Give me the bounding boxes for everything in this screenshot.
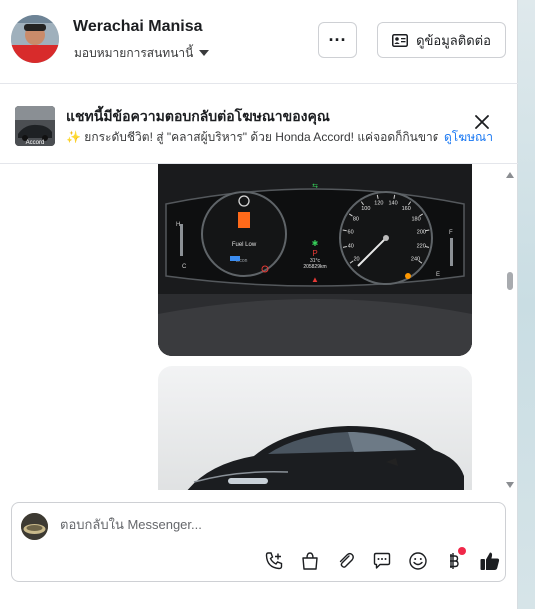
scroll-down-arrow <box>506 482 514 488</box>
like-button[interactable] <box>472 549 508 573</box>
emoji-icon <box>409 552 427 570</box>
speed-tick-label: 160 <box>402 206 411 212</box>
svg-text:▲: ▲ <box>311 275 319 284</box>
contact-avatar[interactable] <box>11 15 59 63</box>
shop-button[interactable] <box>292 549 328 573</box>
close-banner-button[interactable] <box>472 112 492 132</box>
speed-tick-label: 80 <box>353 216 359 222</box>
caret-down-icon <box>199 50 210 56</box>
reply-input[interactable] <box>60 517 460 532</box>
svg-text:✱: ✱ <box>312 239 319 248</box>
scroll-thumb <box>507 272 513 290</box>
view-contact-info-button[interactable]: ดูข้อมูลติดต่อ <box>377 22 506 58</box>
contact-info-label: ดูข้อมูลติดต่อ <box>416 32 491 48</box>
svg-text:H: H <box>176 222 180 228</box>
conversation-thread: Fuel Low Econ H C ⇆ ✱ P 31°c 205829km ▲ … <box>0 164 518 490</box>
contact-name[interactable]: Werachai Manisa <box>73 18 203 36</box>
gear-indicator: P <box>312 249 317 258</box>
phone-plus-icon <box>265 552 283 570</box>
messenger-panel: Werachai Manisa มอบหมายการสนทนานี้ ··· ด… <box>0 0 518 609</box>
svg-text:⇆: ⇆ <box>312 183 318 190</box>
speed-tick-label: 240 <box>411 257 420 263</box>
notification-dot <box>458 547 466 555</box>
assign-conversation-dropdown[interactable]: มอบหมายการสนทนานี้ <box>74 44 210 63</box>
thumbs-up-icon <box>480 552 500 570</box>
paperclip-icon <box>339 552 354 568</box>
dashboard-photo[interactable]: Fuel Low Econ H C ⇆ ✱ P 31°c 205829km ▲ … <box>158 164 472 356</box>
ad-banner-title: แชทนี้มีข้อความตอบกลับต่อโฆษณาของคุณ <box>66 108 330 124</box>
speed-tick-label: 140 <box>389 201 398 207</box>
fuel-warning-text: Fuel Low <box>232 242 257 248</box>
payment-button[interactable] <box>436 547 472 573</box>
speed-tick-label: 20 <box>353 257 359 263</box>
speed-tick-label: 60 <box>348 230 354 236</box>
page-avatar <box>21 513 48 540</box>
assign-label: มอบหมายการสนทนานี้ <box>74 46 194 60</box>
shopping-bag-icon <box>302 552 318 570</box>
car-photo[interactable] <box>158 366 472 490</box>
svg-text:F: F <box>449 230 453 236</box>
ad-thumbnail[interactable]: Accord <box>15 106 55 146</box>
speed-tick-mark <box>425 229 430 232</box>
speed-tick-label: 100 <box>361 206 370 212</box>
speed-tick-mark <box>342 229 347 232</box>
more-options-button[interactable]: ··· <box>318 22 357 58</box>
svg-text:E: E <box>436 272 440 278</box>
svg-text:C: C <box>182 264 187 270</box>
conversation-header: Werachai Manisa มอบหมายการสนทนานี้ ··· ด… <box>0 0 518 84</box>
contact-card-icon <box>392 33 409 47</box>
saved-replies-button[interactable] <box>364 549 400 573</box>
call-button[interactable] <box>256 549 292 573</box>
scroll-up-arrow <box>506 172 514 178</box>
speed-tick-label: 200 <box>417 230 426 236</box>
sparkle-icon: ✨ <box>66 130 81 144</box>
ad-message-text: ยกระดับชีวิต! สู่ "คลาสผู้บริหาร" ด้วย H… <box>84 130 438 144</box>
ad-reply-banner: Accord แชทนี้มีข้อความตอบกลับต่อโฆษณาของ… <box>0 84 518 164</box>
chat-bubble-icon <box>373 552 391 569</box>
background-edge <box>518 0 535 609</box>
message-composer <box>11 502 506 582</box>
speed-tick-label: 180 <box>412 216 421 222</box>
speed-tick-label: 40 <box>348 244 354 250</box>
emoji-button[interactable] <box>400 549 436 573</box>
ad-banner-text: ✨ ยกระดับชีวิต! สู่ "คลาสผู้บริหาร" ด้วย… <box>66 128 438 147</box>
speed-tick-label: 120 <box>374 201 383 207</box>
attach-button[interactable] <box>328 549 364 573</box>
odometer-readout: 205829km <box>303 264 326 270</box>
composer-toolbar <box>256 547 508 573</box>
ad-thumb-caption: Accord <box>26 140 45 146</box>
conversation-scrollbar[interactable] <box>503 168 517 488</box>
speed-tick-label: 220 <box>417 244 426 250</box>
close-icon <box>475 115 489 129</box>
